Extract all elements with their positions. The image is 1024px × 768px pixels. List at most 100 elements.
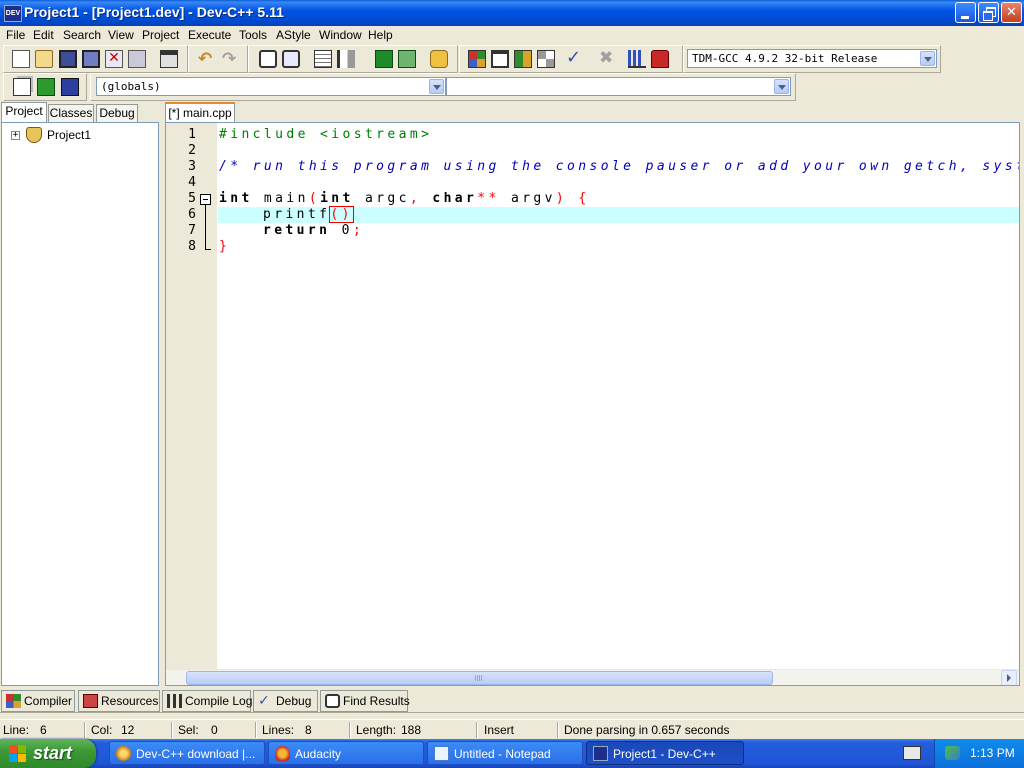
- goto-bookmark-icon[interactable]: [61, 78, 79, 96]
- taskbar-item-devcpp[interactable]: Project1 - Dev-C++: [586, 741, 744, 765]
- status-insert-mode: Insert: [484, 723, 515, 737]
- status-col-value: 12: [121, 723, 135, 737]
- project-icon: [26, 127, 42, 143]
- tree-item-project1[interactable]: Project1: [47, 128, 91, 142]
- splitter[interactable]: [0, 712, 1024, 719]
- close-button[interactable]: ✕: [1001, 2, 1022, 23]
- status-lines-value: 8: [305, 723, 312, 737]
- tab-find-results[interactable]: Find Results: [320, 690, 410, 712]
- scope-select[interactable]: (globals): [96, 77, 446, 96]
- edit-toolbar: ↶ ↷: [188, 45, 248, 73]
- project-options-icon[interactable]: [430, 50, 448, 68]
- save-all-icon[interactable]: [82, 50, 100, 68]
- line-number: 3: [188, 159, 196, 174]
- new-file-icon[interactable]: [12, 50, 30, 68]
- system-tray: 1:13 PM: [934, 739, 1024, 768]
- keyboard-icon[interactable]: [903, 746, 921, 760]
- network-icon[interactable]: [945, 746, 960, 760]
- code-editor[interactable]: 1 2 3 4 5 6 7 8 #include <iostream> /* r…: [165, 122, 1020, 686]
- minimize-icon: [961, 16, 969, 19]
- minimize-button[interactable]: [955, 2, 976, 23]
- bracket-match: (): [329, 206, 354, 223]
- status-sel-value: 0: [211, 723, 218, 737]
- menu-view[interactable]: View: [108, 28, 134, 42]
- rebuild-all-icon[interactable]: [537, 50, 555, 68]
- taskbar-item-browser[interactable]: Dev-C++ download |...: [109, 741, 265, 765]
- status-length-value: 188: [401, 723, 422, 737]
- class-toolbar: [3, 73, 87, 101]
- menu-project[interactable]: Project: [142, 28, 179, 42]
- chevron-down-icon[interactable]: [774, 79, 789, 94]
- menu-astyle[interactable]: AStyle: [276, 28, 311, 42]
- undo-icon[interactable]: ↶: [198, 49, 212, 69]
- profile-icon[interactable]: [628, 50, 646, 68]
- replace-icon[interactable]: [282, 50, 300, 68]
- find-results-icon: [325, 694, 340, 708]
- start-button[interactable]: start: [0, 739, 96, 768]
- resources-icon: [83, 694, 98, 708]
- tab-debug-output[interactable]: ✓ Debug: [253, 690, 318, 712]
- run-icon[interactable]: [491, 50, 509, 68]
- goto-line-icon[interactable]: [314, 50, 332, 68]
- restore-button[interactable]: [978, 2, 999, 23]
- save-icon[interactable]: [59, 50, 77, 68]
- compile-icon[interactable]: [468, 50, 486, 68]
- chevron-down-icon[interactable]: [429, 79, 444, 94]
- function-select[interactable]: [446, 77, 791, 96]
- syntax-check-icon[interactable]: ✓: [566, 47, 581, 68]
- tab-main-cpp[interactable]: [*] main.cpp: [165, 102, 235, 123]
- scrollbar-thumb[interactable]: [186, 671, 773, 685]
- add-to-project-icon[interactable]: [375, 50, 393, 68]
- scroll-right-arrow[interactable]: [1001, 670, 1017, 685]
- tab-resources[interactable]: Resources: [78, 690, 160, 712]
- menu-help[interactable]: Help: [368, 28, 393, 42]
- redo-icon[interactable]: ↷: [222, 49, 236, 69]
- open-file-icon[interactable]: [35, 50, 53, 68]
- status-col-label: Col:: [91, 723, 113, 737]
- chevron-down-icon[interactable]: [920, 51, 935, 66]
- close-all-icon[interactable]: [128, 50, 146, 68]
- stop-execution-icon[interactable]: ✖: [599, 48, 613, 68]
- horizontal-scrollbar[interactable]: [166, 669, 1019, 685]
- browser-icon: [116, 746, 131, 761]
- indent-icon[interactable]: [337, 50, 355, 68]
- compile-log-icon: [167, 694, 182, 708]
- line-gutter: 1 2 3 4 5 6 7 8: [166, 123, 217, 669]
- status-message: Done parsing in 0.657 seconds: [564, 723, 730, 737]
- taskbar-item-audacity[interactable]: Audacity: [268, 741, 424, 765]
- tab-debug[interactable]: Debug: [96, 104, 138, 122]
- tab-classes[interactable]: Classes: [48, 104, 94, 122]
- toggle-bookmark-icon[interactable]: [37, 78, 55, 96]
- menu-edit[interactable]: Edit: [33, 28, 54, 42]
- menu-execute[interactable]: Execute: [188, 28, 231, 42]
- compile-run-icon[interactable]: [514, 50, 532, 68]
- menu-window[interactable]: Window: [319, 28, 362, 42]
- print-icon[interactable]: [160, 50, 178, 68]
- status-line-label: Line:: [3, 723, 30, 737]
- tab-compiler[interactable]: Compiler: [1, 690, 75, 712]
- insert-icon[interactable]: [13, 78, 31, 96]
- menu-tools[interactable]: Tools: [239, 28, 267, 42]
- file-toolbar: ✕: [3, 45, 188, 73]
- fold-collapse-icon[interactable]: [200, 194, 211, 205]
- find-icon[interactable]: [259, 50, 277, 68]
- delete-profile-icon[interactable]: [651, 50, 669, 68]
- fold-line: [205, 205, 206, 250]
- taskbar-item-notepad[interactable]: Untitled - Notepad: [427, 741, 583, 765]
- expand-icon[interactable]: +: [11, 131, 20, 140]
- compile-toolbar: ✓ ✖: [459, 45, 683, 73]
- remove-from-project-icon[interactable]: [398, 50, 416, 68]
- menu-file[interactable]: File: [6, 28, 25, 42]
- close-file-icon[interactable]: ✕: [105, 50, 123, 68]
- scope-toolbar: (globals): [90, 73, 796, 101]
- menu-search[interactable]: Search: [63, 28, 101, 42]
- code-line-6: printf(): [263, 206, 354, 223]
- window-title: Project1 - [Project1.dev] - Dev-C++ 5.11: [24, 4, 284, 20]
- title-bar[interactable]: DEV Project1 - [Project1.dev] - Dev-C++ …: [0, 0, 1024, 26]
- tab-compile-log[interactable]: Compile Log: [162, 690, 252, 712]
- code-line-8: }: [219, 239, 231, 254]
- tab-project[interactable]: Project: [1, 102, 47, 123]
- search-toolbar: [248, 45, 458, 73]
- scroll-left-arrow[interactable]: [166, 670, 182, 685]
- compiler-select[interactable]: TDM-GCC 4.9.2 32-bit Release: [687, 49, 937, 68]
